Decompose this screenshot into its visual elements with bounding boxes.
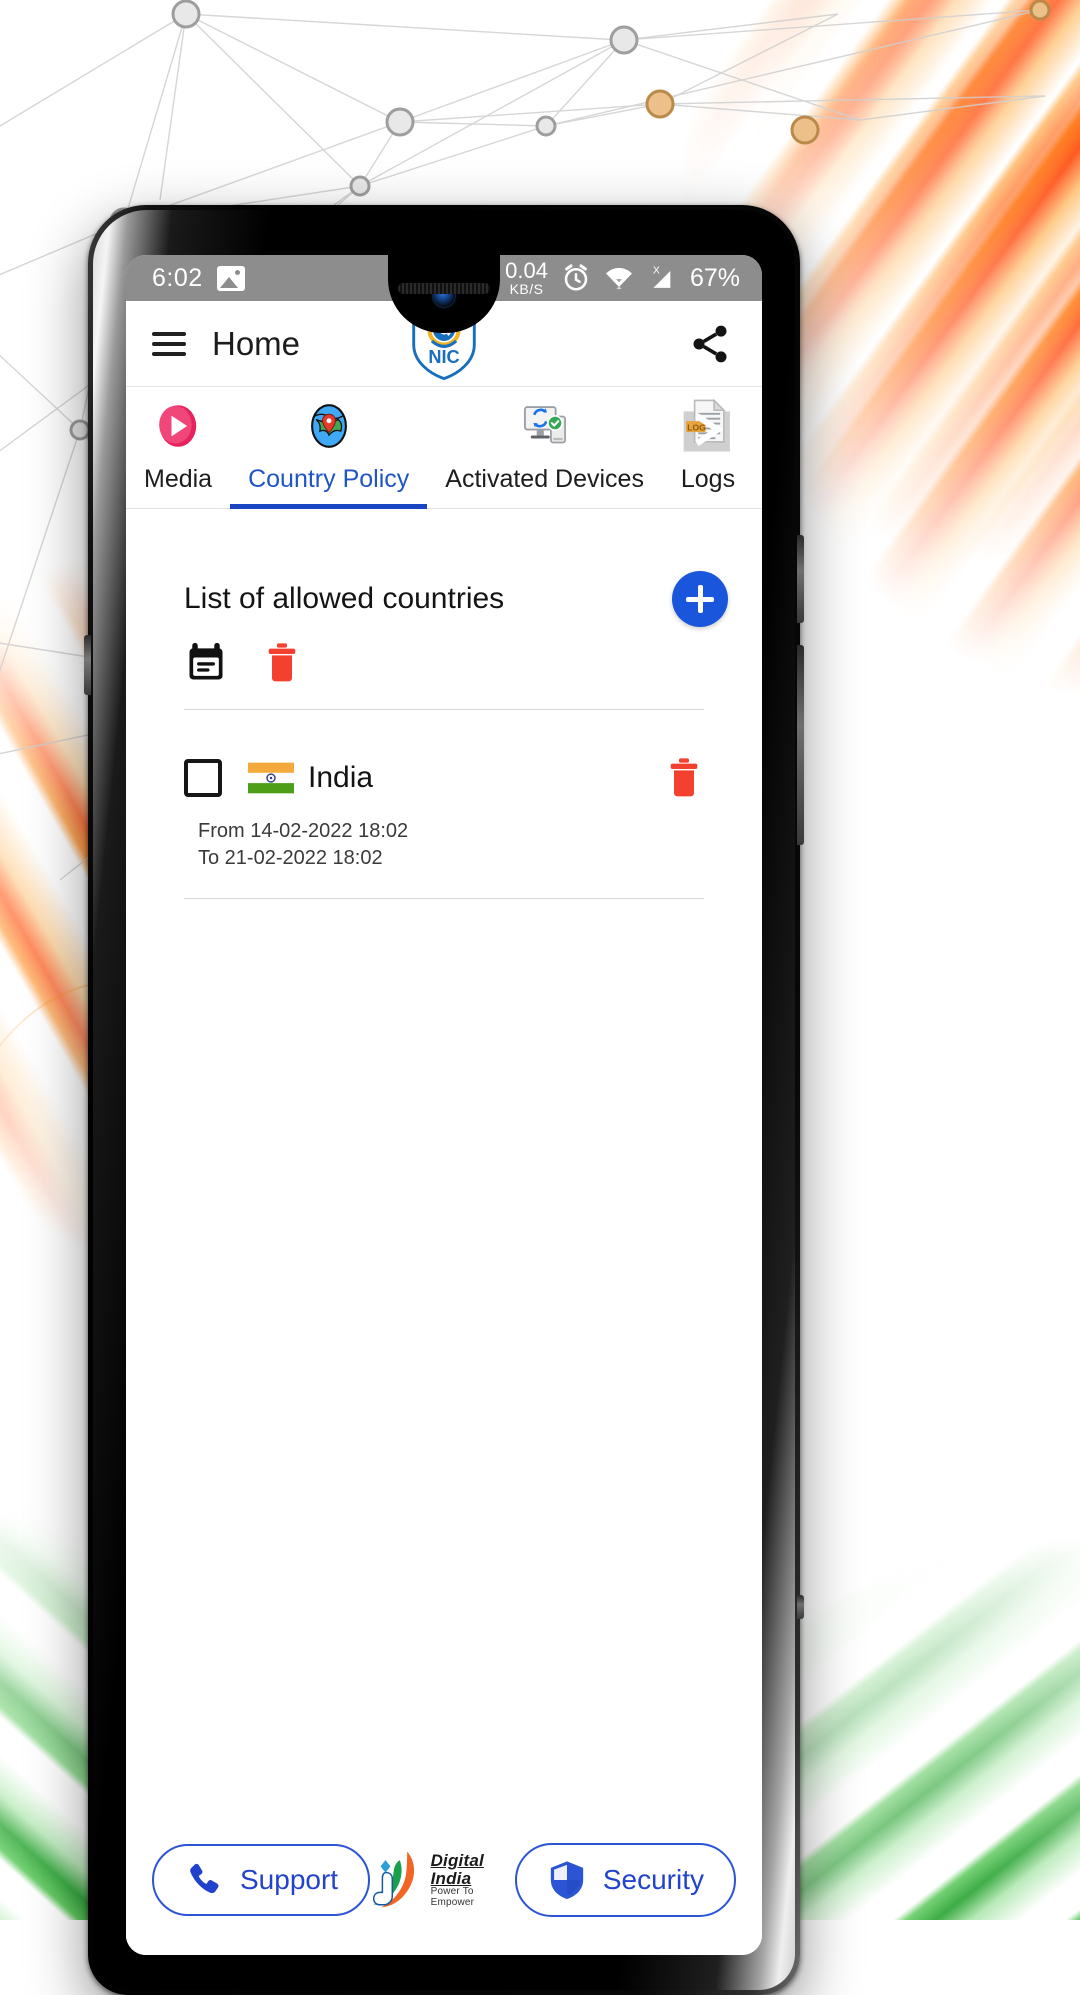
volume-down-button[interactable] bbox=[797, 645, 804, 845]
digital-india-logo: Digital India Power To Empower bbox=[370, 1843, 515, 1917]
bottom-bar: Support Digital India Power To Empower bbox=[126, 1805, 762, 1955]
phone-screen: 6:02 0.04 KB/S bbox=[126, 255, 762, 1955]
tab-bar[interactable]: Media Country Policy bbox=[126, 387, 762, 509]
share-icon[interactable] bbox=[688, 322, 732, 366]
tab-logs[interactable]: LOG Logs bbox=[662, 399, 754, 508]
tab-label: Media bbox=[144, 465, 212, 508]
tab-country-policy[interactable]: Country Policy bbox=[230, 399, 427, 508]
power-button[interactable] bbox=[797, 1595, 804, 1619]
tab-label: Activated Devices bbox=[445, 465, 644, 508]
country-checkbox[interactable] bbox=[184, 759, 222, 797]
volume-up-button[interactable] bbox=[797, 535, 804, 623]
tab-activated-devices[interactable]: Activated Devices bbox=[427, 399, 662, 508]
devices-sync-icon bbox=[519, 399, 571, 453]
svg-text:LOG: LOG bbox=[687, 422, 706, 432]
phone-icon bbox=[184, 1860, 224, 1900]
list-header: List of allowed countries bbox=[126, 509, 762, 627]
country-name: India bbox=[308, 761, 373, 795]
table-row[interactable]: India From 14-02-2022 18:02 To 21-02-202… bbox=[126, 710, 762, 899]
row-divider bbox=[184, 898, 704, 899]
phone-device: 6:02 0.04 KB/S bbox=[88, 205, 800, 1995]
digital-india-text: Digital India Power To Empower bbox=[431, 1852, 515, 1909]
country-validity-dates: From 14-02-2022 18:02 To 21-02-2022 18:0… bbox=[184, 818, 704, 872]
alarm-clock-icon bbox=[561, 263, 591, 293]
list-header-actions bbox=[126, 627, 762, 685]
wifi-icon bbox=[604, 266, 634, 290]
add-country-button[interactable] bbox=[672, 571, 728, 627]
earpiece-speaker bbox=[398, 283, 490, 294]
tab-label: Country Policy bbox=[248, 465, 409, 508]
status-bar-right-group: 0.04 KB/S X 67% bbox=[505, 260, 740, 296]
india-flag-icon bbox=[248, 759, 294, 797]
network-speed-value: 0.04 bbox=[505, 260, 548, 282]
delete-all-icon[interactable] bbox=[262, 641, 302, 685]
brand-subtitle: Power To Empower bbox=[431, 1887, 515, 1908]
network-speed-indicator: 0.04 KB/S bbox=[505, 260, 548, 296]
delete-row-button[interactable] bbox=[664, 756, 704, 800]
battery-percent: 67% bbox=[690, 264, 740, 293]
side-button-left bbox=[84, 635, 91, 695]
list-title: List of allowed countries bbox=[184, 582, 504, 616]
valid-to-text: To 21-02-2022 18:02 bbox=[198, 845, 704, 872]
logs-document-icon: LOG bbox=[680, 399, 736, 453]
status-time: 6:02 bbox=[152, 264, 203, 293]
media-play-icon bbox=[152, 399, 204, 453]
brand-title: Digital India bbox=[431, 1852, 515, 1888]
page-title: Home bbox=[212, 325, 300, 363]
signal-badge-x: X bbox=[653, 264, 660, 276]
network-speed-unit: KB/S bbox=[505, 282, 548, 296]
hamburger-menu-icon[interactable] bbox=[152, 326, 186, 362]
country-row-main: India bbox=[184, 756, 704, 800]
support-button[interactable]: Support bbox=[152, 1844, 370, 1916]
tab-media[interactable]: Media bbox=[126, 399, 230, 508]
globe-location-icon bbox=[303, 399, 355, 453]
valid-from-text: From 14-02-2022 18:02 bbox=[198, 818, 704, 845]
nic-logo-text: NIC bbox=[428, 347, 459, 367]
image-icon bbox=[217, 266, 245, 291]
signal-no-sim-icon: X bbox=[647, 264, 675, 292]
tab-label: Logs bbox=[681, 465, 735, 508]
main-content: List of allowed countries bbox=[126, 509, 762, 1955]
status-bar: 6:02 0.04 KB/S bbox=[126, 255, 762, 301]
security-button[interactable]: Security bbox=[515, 1843, 736, 1917]
support-label: Support bbox=[240, 1864, 338, 1896]
security-label: Security bbox=[603, 1864, 704, 1896]
calendar-icon[interactable] bbox=[184, 641, 228, 685]
shield-icon bbox=[547, 1859, 587, 1901]
